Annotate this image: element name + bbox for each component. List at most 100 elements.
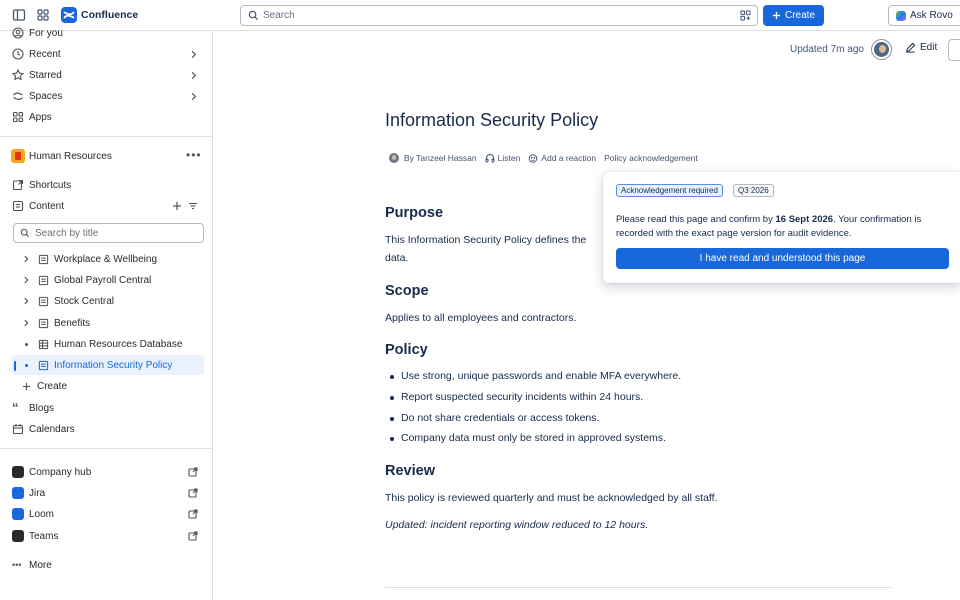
sidebar-toggle-icon[interactable] [12,8,26,22]
database-icon [38,339,49,349]
add-reaction-label: Add a reaction [541,153,597,163]
sidebar-search-input[interactable]: Search by title [13,223,204,243]
edit-button[interactable]: Edit [905,42,937,53]
chevron-right-icon[interactable] [189,50,198,59]
sidebar-item-more[interactable]: ••• More [0,555,212,575]
page-title: Information Security Policy [385,110,599,130]
section-heading-scope: Scope [385,283,429,299]
external-link-icon[interactable] [188,531,198,541]
shortcut-icon [12,179,24,191]
star-icon [12,69,24,81]
list-item-text: Company data must only be stored in appr… [401,432,666,444]
plus-icon [772,11,781,20]
listen-button[interactable]: Listen [485,153,520,163]
active-indicator [14,361,16,371]
sidebar-divider [0,136,212,137]
author-name[interactable]: By Tanzeel Hassan [404,153,477,163]
sidebar-search-placeholder: Search by title [35,228,99,239]
acknowledge-button[interactable]: I have read and understood this page [616,248,949,269]
tree-item[interactable]: Stock Central [12,291,204,311]
status-badge: Acknowledgement required [616,184,723,197]
sidebar-item-recent[interactable]: Recent [0,44,212,64]
tree-item[interactable]: Global Payroll Central [12,270,204,290]
search-input[interactable]: Search [240,5,758,26]
chevron-right-icon[interactable] [22,297,30,305]
chevron-right-icon[interactable] [189,92,198,101]
ask-rovo-button[interactable]: Ask Rovo [888,5,960,26]
sidebar-app-jira[interactable]: Jira [0,483,212,503]
chevron-right-icon[interactable] [22,276,30,284]
chevron-right-icon[interactable] [22,319,30,327]
author-avatar[interactable] [389,153,399,163]
bullet-icon [25,342,28,346]
company-hub-icon [12,466,24,478]
tree-item-label: Information Security Policy [54,359,173,371]
sidebar-item-label: Recent [29,48,61,60]
spaces-icon [13,92,23,100]
space-header[interactable]: Human Resources ••• [0,146,212,166]
popup-message: Please read this page and confirm by 16 … [616,214,922,239]
updated-timestamp[interactable]: Updated 7m ago [790,44,864,55]
sidebar-item-content[interactable]: Content [0,196,212,216]
person-icon [12,27,24,39]
external-link-icon[interactable] [188,509,198,519]
plus-icon[interactable] [172,201,182,211]
tree-item[interactable]: Workplace & Wellbeing [12,249,204,269]
ask-rovo-label: Ask Rovo [910,10,953,21]
search-filter-icon[interactable] [740,10,751,21]
sidebar-item-calendars[interactable]: Calendars [0,419,212,439]
bullet-icon [25,363,28,367]
tree-item-label: Workplace & Wellbeing [54,253,158,265]
sidebar-item-spaces[interactable]: Spaces [0,86,212,106]
more-actions-icon[interactable]: ••• [186,148,202,162]
create-button[interactable]: Create [763,5,824,26]
sidebar-item-shortcuts[interactable]: Shortcuts [0,175,212,195]
quarter-badge: Q3 2026 [733,184,774,197]
policy-acknowledgement-link[interactable]: Policy acknowledgement [604,153,698,163]
space-avatar-icon [11,149,25,163]
sidebar-item-apps[interactable]: Apps [0,107,212,127]
avatar[interactable] [872,40,891,59]
external-link-icon[interactable] [188,488,198,498]
sidebar-item-label: Content [29,200,65,212]
tree-item-active[interactable]: Information Security Policy [12,355,204,375]
create-button-label: Create [784,10,815,21]
tree-item[interactable]: Human Resources Database [12,334,204,354]
sidebar-item-label: Spaces [29,90,63,102]
search-icon [248,10,259,21]
sidebar-divider [0,448,212,449]
page-icon [38,296,49,306]
section-heading-purpose: Purpose [385,205,444,221]
sidebar-app-company-hub[interactable]: Company hub [0,462,212,482]
chevron-right-icon[interactable] [189,71,198,80]
purpose-text-line-2: data. [385,252,409,264]
headphones-icon [485,154,495,163]
pencil-icon [906,42,916,53]
external-link-icon[interactable] [188,467,198,477]
tree-item-label: Human Resources Database [54,338,183,350]
quote-icon: “ [12,400,19,415]
sidebar-item-blogs[interactable]: “ Blogs [0,398,212,418]
jira-icon [12,487,24,499]
list-item-text: Report suspected security incidents with… [401,391,644,403]
app-switcher-icon[interactable] [36,8,50,22]
chevron-right-icon[interactable] [22,255,30,263]
filter-icon[interactable] [188,201,198,211]
create-page-item[interactable]: Create [12,376,204,396]
create-page-label: Create [37,380,68,392]
tree-item[interactable]: Benefits [12,313,204,333]
deadline-date: 16 Sept 2026 [775,214,834,225]
sidebar-app-loom[interactable]: Loom [0,504,212,524]
sidebar-item-for-you[interactable]: For you [0,23,212,43]
sidebar-item-label: Calendars [29,423,75,435]
list-item-text: Do not share credentials or access token… [401,412,600,424]
app-name[interactable]: Confluence [81,9,138,21]
confluence-logo-icon[interactable] [61,7,77,23]
page-icon [38,254,49,264]
page-icon [38,275,49,285]
sidebar-item-label: Apps [29,111,52,123]
sidebar-item-starred[interactable]: Starred [0,65,212,85]
sidebar-app-teams[interactable]: Teams [0,526,212,546]
page-actions-button[interactable] [948,39,960,61]
add-reaction-button[interactable]: Add a reaction [528,153,596,163]
